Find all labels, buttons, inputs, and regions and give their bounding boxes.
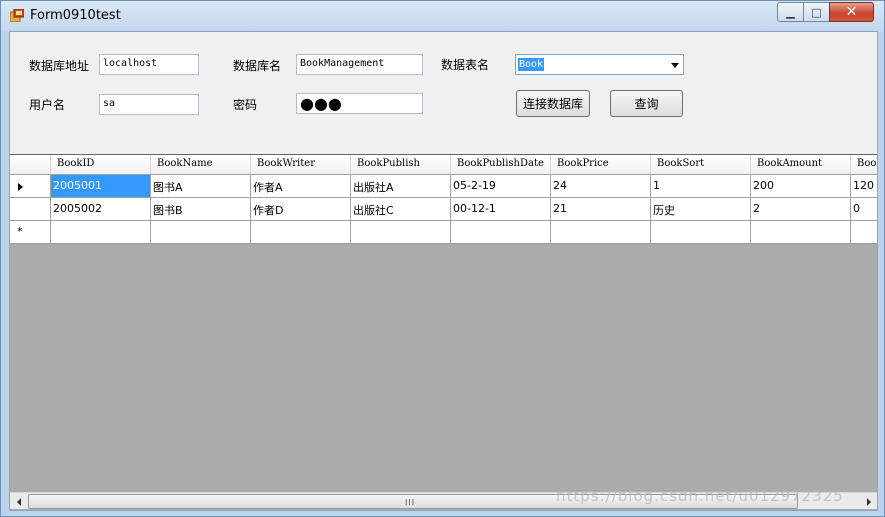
db-name-input[interactable]: BookManagement [296, 54, 423, 75]
table-cell[interactable]: 2005002 [51, 198, 151, 221]
column-header[interactable]: BookSort [651, 155, 751, 175]
close-button[interactable]: ✕ [829, 2, 874, 22]
form-client-area: 数据库地址 localhost 数据库名 BookManagement 数据表名… [9, 31, 878, 511]
data-grid[interactable]: BookID BookName BookWriter BookPublish B… [10, 154, 877, 510]
table-cell[interactable] [151, 221, 251, 244]
minimize-button[interactable]: ▁ [777, 2, 804, 22]
table-cell[interactable]: 出版社A [351, 175, 451, 198]
column-header[interactable]: BookF [851, 155, 877, 175]
db-address-input[interactable]: localhost [99, 54, 199, 75]
table-cell[interactable]: 0 [851, 198, 877, 221]
table-cell[interactable] [651, 221, 751, 244]
table-cell[interactable]: 24 [551, 175, 651, 198]
chevron-down-icon[interactable] [671, 63, 679, 68]
table-cell[interactable]: 图书A [151, 175, 251, 198]
password-input[interactable]: ●●● [296, 93, 423, 114]
maximize-icon: □ [811, 5, 822, 19]
scroll-left-button[interactable] [10, 493, 27, 510]
username-input[interactable]: sa [99, 94, 199, 115]
table-row[interactable]: 2005002 图书B 作者D 出版社C 00-12-1 21 历史 2 0 [10, 198, 877, 221]
column-header[interactable]: BookName [151, 155, 251, 175]
main-window: Form0910test ▁ □ ✕ 数据库地址 localhost 数据库名 … [0, 0, 885, 517]
table-cell[interactable]: 05-2-19 [451, 175, 551, 198]
table-cell[interactable] [751, 221, 851, 244]
scroll-right-button[interactable] [860, 493, 877, 510]
row-header[interactable] [10, 175, 51, 198]
db-address-label: 数据库地址 [29, 59, 90, 73]
table-cell[interactable]: 图书B [151, 198, 251, 221]
new-row[interactable]: * [10, 221, 877, 244]
column-header[interactable]: BookAmount [751, 155, 851, 175]
minimize-icon: ▁ [786, 5, 795, 19]
username-label: 用户名 [29, 98, 66, 112]
table-cell[interactable]: 2 [751, 198, 851, 221]
table-cell[interactable]: 出版社C [351, 198, 451, 221]
current-row-arrow-icon [18, 183, 23, 191]
row-header[interactable]: * [10, 221, 51, 244]
table-name-combobox[interactable]: Book [515, 54, 684, 75]
row-header[interactable] [10, 198, 51, 221]
connect-database-button[interactable]: 连接数据库 [516, 90, 590, 117]
column-header[interactable]: BookPublishDate [451, 155, 551, 175]
column-header[interactable]: BookWriter [251, 155, 351, 175]
table-cell[interactable]: 作者A [251, 175, 351, 198]
new-row-marker: * [17, 225, 23, 238]
column-header[interactable]: BookID [51, 155, 151, 175]
table-cell[interactable]: 21 [551, 198, 651, 221]
table-cell[interactable]: 2005001 [51, 175, 151, 198]
table-name-selected: Book [518, 58, 545, 71]
close-icon: ✕ [845, 4, 858, 20]
grid-header-row: BookID BookName BookWriter BookPublish B… [10, 155, 877, 175]
table-cell[interactable] [51, 221, 151, 244]
maximize-button[interactable]: □ [803, 2, 830, 22]
table-cell[interactable]: 1 [651, 175, 751, 198]
table-cell[interactable]: 120 [851, 175, 877, 198]
title-bar[interactable]: Form0910test ▁ □ ✕ [1, 1, 884, 31]
db-name-label: 数据库名 [233, 59, 282, 73]
query-button[interactable]: 查询 [610, 90, 683, 117]
column-header[interactable]: BookPrice [551, 155, 651, 175]
grip-icon: III [405, 498, 416, 507]
table-cell[interactable] [851, 221, 877, 244]
app-icon [10, 9, 24, 22]
watermark-text: https://blog.csdn.net/u012972325 [556, 487, 844, 505]
table-cell[interactable]: 作者D [251, 198, 351, 221]
table-cell[interactable]: 00-12-1 [451, 198, 551, 221]
corner-header-cell[interactable] [10, 155, 51, 175]
table-cell[interactable]: 200 [751, 175, 851, 198]
table-cell[interactable] [251, 221, 351, 244]
arrow-right-icon [866, 497, 871, 506]
table-name-label: 数据表名 [441, 58, 490, 72]
arrow-left-icon [16, 497, 21, 506]
password-label: 密码 [233, 98, 258, 112]
table-cell[interactable]: 历史 [651, 198, 751, 221]
table-cell[interactable] [351, 221, 451, 244]
table-cell[interactable] [551, 221, 651, 244]
table-row[interactable]: 2005001 图书A 作者A 出版社A 05-2-19 24 1 200 12… [10, 175, 877, 198]
table-cell[interactable] [451, 221, 551, 244]
column-header[interactable]: BookPublish [351, 155, 451, 175]
window-title: Form0910test [30, 8, 121, 23]
